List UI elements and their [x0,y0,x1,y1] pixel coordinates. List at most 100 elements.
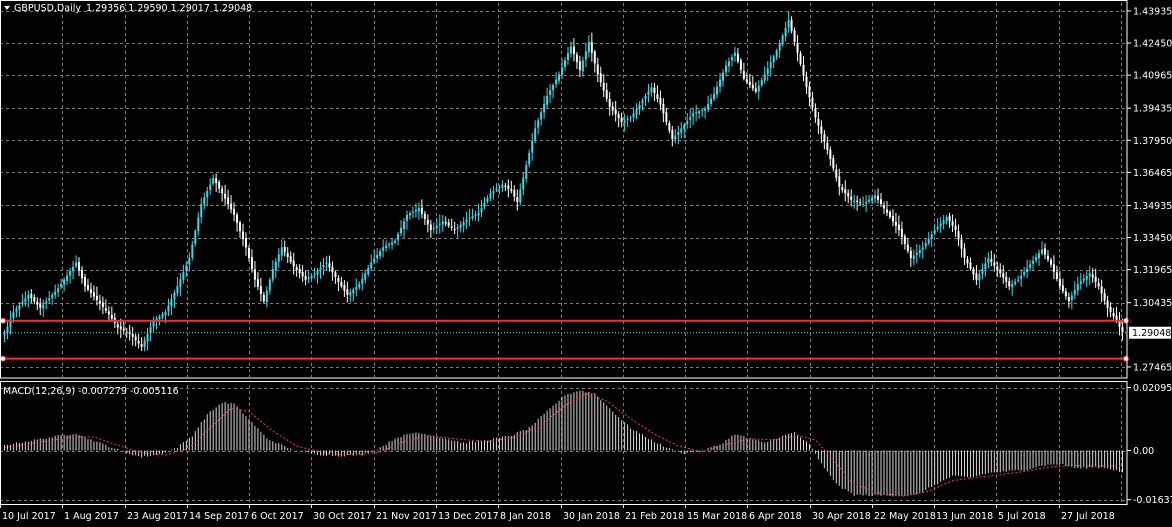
candle-body [683,124,686,130]
level-handle-right[interactable] [1123,317,1129,324]
candle-body [432,227,435,229]
chart-canvas: 1.43935 1.42450 1.40965 1.39435 1.37950 1.364… [0,0,1172,527]
candle-body [510,189,513,192]
candle-body [352,289,355,294]
time-tick-label: 5 Jul 2018 [998,511,1046,522]
candle-body [543,104,546,113]
candle-body [400,227,403,234]
candle-body [137,340,140,344]
ohlc-values: 1.29356 1.29590 1.29017 1.29048 [86,3,252,14]
candle-body [253,269,256,280]
time-tick-label: 30 Oct 2017 [313,511,372,522]
candle-body [561,67,564,75]
candle-body [1011,284,1014,288]
candle-body [423,213,426,220]
candle-body [420,207,423,214]
candle-body [620,117,623,122]
candle-body [829,149,832,160]
candle-body [447,222,450,226]
candle-body [781,35,784,45]
candle-body [104,308,107,311]
candle-body [614,109,617,115]
candle-body [498,186,501,189]
candle-body [900,228,903,238]
candle-body [751,84,754,89]
price-tick-label: 1.40965 [1133,71,1172,82]
candle-body [552,85,555,90]
candle-body [757,85,760,92]
candle-body [766,68,769,75]
candle-body [859,202,862,204]
candle-body [999,269,1002,274]
candle-body [877,195,880,200]
candle-body [793,30,796,42]
candle-body [337,278,340,282]
candle-body [1005,276,1008,282]
candle-body [325,262,328,264]
candle-body [411,211,414,213]
candle-body [832,158,835,169]
candle-body [307,277,310,280]
candle-body [1038,253,1041,259]
candle-body [978,274,981,281]
candle-body [414,209,417,212]
candle-body [15,308,18,312]
candle-body [519,189,522,203]
candle-body [6,326,9,333]
level-handle-right[interactable] [1123,355,1129,362]
candle-body [957,231,960,240]
time-tick-label: 13 Jun 2018 [936,511,993,522]
candle-body [611,106,614,111]
candle-body [54,291,57,296]
time-tick-label: 6 Oct 2017 [251,511,304,522]
candle-body [799,53,802,65]
candle-body [695,112,698,114]
candle-body [310,275,313,279]
candle-body [242,231,245,240]
macd-tick-label: 0.020955 [1133,383,1172,394]
candle-body [60,284,63,288]
candle-body [1103,293,1106,301]
candle-body [209,184,212,190]
time-tick-label: 21 Feb 2018 [625,511,684,522]
time-tick-label: 13 Dec 2017 [438,511,499,522]
candle-body [659,97,662,105]
candle-body [280,247,283,256]
candle-body [817,118,820,126]
candle-body [1052,264,1055,272]
candle-body [239,222,242,232]
candle-body [590,41,593,53]
candle-body [134,336,137,341]
candle-body [596,64,599,75]
price-tick-label: 1.33450 [1133,233,1172,244]
candle-body [924,242,927,247]
candle-body [563,60,566,67]
candle-body [850,196,853,200]
candle-body [838,176,841,187]
candle-body [477,212,480,216]
time-tick-label: 6 Apr 2018 [749,511,802,522]
candle-body [450,226,453,228]
candle-body [632,113,635,118]
candle-body [182,272,185,280]
candle-body [1026,268,1029,273]
candle-body [57,288,60,292]
candle-body [75,262,78,267]
candle-body [51,294,54,298]
candle-body [286,253,289,258]
candle-body [417,208,420,212]
candle-body [489,193,492,199]
candle-body [677,131,680,135]
candle-body [534,128,537,141]
time-tick-label: 27 Jul 2018 [1061,511,1115,522]
candle-body [653,87,656,94]
candle-body [605,90,608,99]
candle-body [951,221,954,226]
candle-body [143,340,146,348]
level-handle-left[interactable] [0,355,6,362]
candle-body [36,301,39,305]
candle-body [12,312,15,319]
candle-body [78,262,81,271]
candle-body [629,117,632,119]
level-handle-left[interactable] [0,317,6,324]
